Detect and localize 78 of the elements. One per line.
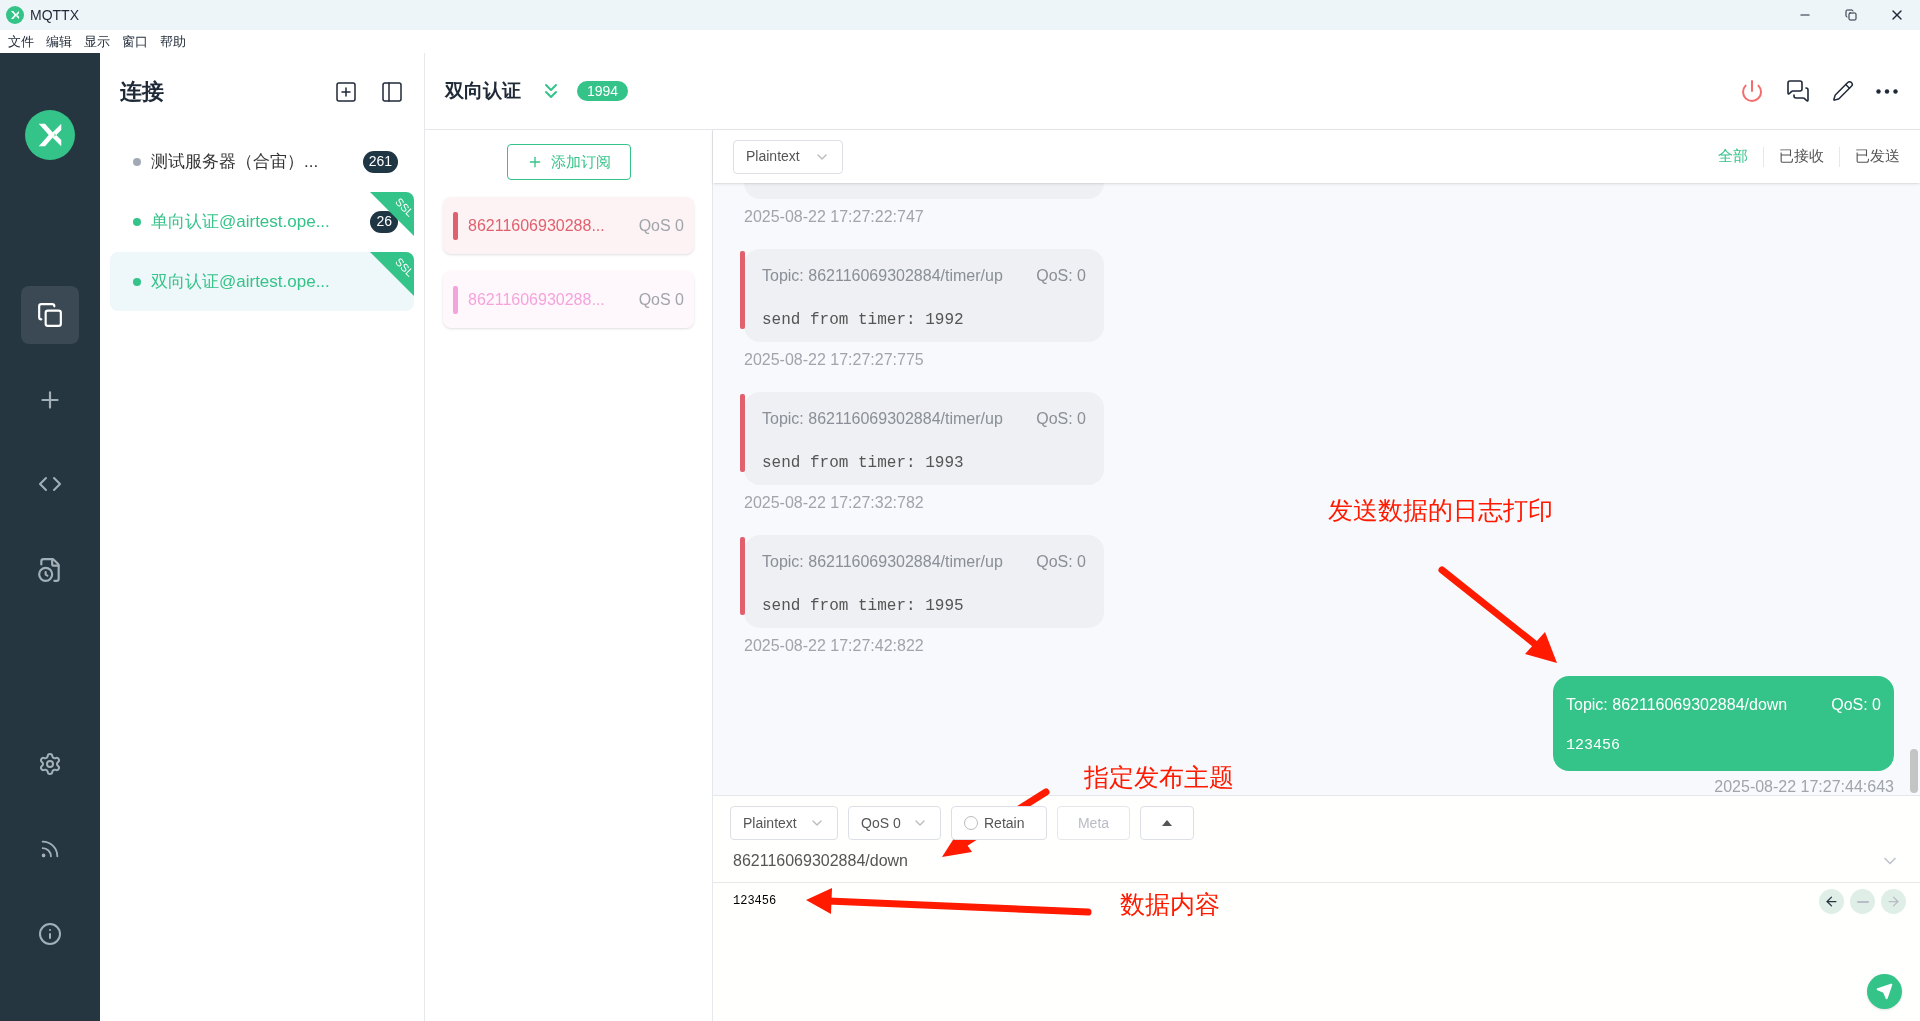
send-icon xyxy=(1876,983,1893,1000)
menu-item[interactable]: 显示 xyxy=(84,31,110,52)
topic-input[interactable]: 862116069302884/down xyxy=(733,849,908,873)
connection-item[interactable]: 测试服务器（合宙）... 261 xyxy=(110,132,414,191)
message-payload: send from timer: 1995 xyxy=(762,596,965,617)
subscription-topic: 86211606930288... xyxy=(468,289,605,310)
message-time: 2025-08-22 17:27:22:747 xyxy=(744,207,924,227)
connection-title: 双向认证 xyxy=(445,78,521,103)
scrollbar-thumb[interactable] xyxy=(1910,749,1918,793)
file-clock-icon xyxy=(37,557,63,583)
payload-format-select[interactable]: Plaintext xyxy=(730,806,838,840)
pencil-icon xyxy=(1832,80,1854,102)
message-qos: QoS: 0 xyxy=(1831,695,1881,715)
message-time: 2025-08-22 17:27:44:643 xyxy=(1714,777,1894,795)
message-count-badge: 1994 xyxy=(577,81,629,101)
about-nav-button[interactable] xyxy=(38,922,62,946)
power-icon xyxy=(1740,79,1764,103)
message-payload: send from timer: 1992 xyxy=(762,310,965,331)
settings-icon xyxy=(38,752,62,776)
message-topic: Topic: 862116069302884/down xyxy=(1566,695,1788,715)
qos-select[interactable]: QoS 0 xyxy=(848,806,941,840)
menu-item[interactable]: 编辑 xyxy=(46,31,72,52)
previous-button[interactable] xyxy=(1819,889,1844,914)
info-icon xyxy=(38,922,62,946)
app-logo-icon xyxy=(6,6,24,24)
message-qos: QoS: 0 xyxy=(1036,266,1086,286)
annotation-text: 数据内容 xyxy=(1120,889,1220,920)
chat-button[interactable] xyxy=(1786,79,1810,103)
subscription-qos: QoS 0 xyxy=(638,215,684,236)
connections-nav-button[interactable] xyxy=(21,286,79,344)
menu-item[interactable]: 窗口 xyxy=(122,31,148,52)
triangle-up-icon xyxy=(1162,820,1172,826)
chat-icon xyxy=(1786,79,1810,103)
panel-icon xyxy=(380,79,404,104)
connection-name: 双向认证@airtest.ope... xyxy=(151,270,330,293)
arrow-right-icon xyxy=(1886,894,1901,909)
message-payload: 123456 xyxy=(1566,736,1621,756)
connection-name: 测试服务器（合宙）... xyxy=(151,150,319,173)
subscription-qos: QoS 0 xyxy=(638,289,684,310)
annotation-text: 指定发布主题 xyxy=(1084,762,1234,793)
overlapping-squares-icon xyxy=(37,302,63,328)
retain-checkbox[interactable]: Retain xyxy=(951,806,1047,840)
edit-button[interactable] xyxy=(1832,80,1854,102)
annotation-text: 发送数据的日志打印 xyxy=(1328,495,1553,526)
message-qos: QoS: 0 xyxy=(1036,552,1086,572)
app-logo-icon xyxy=(25,110,75,160)
feed-nav-button[interactable] xyxy=(39,838,61,860)
sidebar-toggle-button[interactable] xyxy=(380,79,404,104)
unread-count: 26 xyxy=(370,210,398,233)
filter-tab[interactable]: 已接收 xyxy=(1764,145,1839,168)
unread-count: 261 xyxy=(362,150,398,173)
message-payload: send from timer: 1993 xyxy=(762,453,965,474)
log-nav-button[interactable] xyxy=(37,557,63,583)
message-topic: Topic: 862116069302884/timer/up xyxy=(762,266,1003,286)
message-topic: Topic: 862116069302884/timer/up xyxy=(762,552,1003,572)
disconnect-button[interactable] xyxy=(1740,79,1764,103)
message-time: 2025-08-22 17:27:27:775 xyxy=(744,350,924,370)
format-select[interactable]: Plaintext xyxy=(733,139,843,174)
feed-icon xyxy=(39,838,61,860)
menu-item[interactable]: 帮助 xyxy=(160,31,186,52)
message-time: 2025-08-22 17:27:32:782 xyxy=(744,493,924,513)
filter-tab[interactable]: 已发送 xyxy=(1840,145,1900,168)
settings-nav-button[interactable] xyxy=(38,752,62,776)
new-connection-button[interactable] xyxy=(334,79,358,104)
message-topic: Topic: 862116069302884/timer/up xyxy=(762,409,1003,429)
connection-name: 单向认证@airtest.ope... xyxy=(151,210,330,233)
window-title: MQTTX xyxy=(30,5,79,25)
restore-icon xyxy=(1845,9,1857,21)
more-button[interactable] xyxy=(1876,88,1898,94)
square-plus-icon xyxy=(334,79,358,104)
minus-icon xyxy=(1856,900,1869,903)
message-time: 2025-08-22 17:27:42:822 xyxy=(744,636,924,656)
panel-title: 连接 xyxy=(120,78,164,106)
message-qos: QoS: 0 xyxy=(1036,409,1086,429)
payload-input[interactable]: 123456 xyxy=(733,894,777,908)
menu-item[interactable]: 文件 xyxy=(8,31,34,52)
subscription-topic: 86211606930288... xyxy=(468,215,605,236)
more-icon xyxy=(1876,88,1898,94)
